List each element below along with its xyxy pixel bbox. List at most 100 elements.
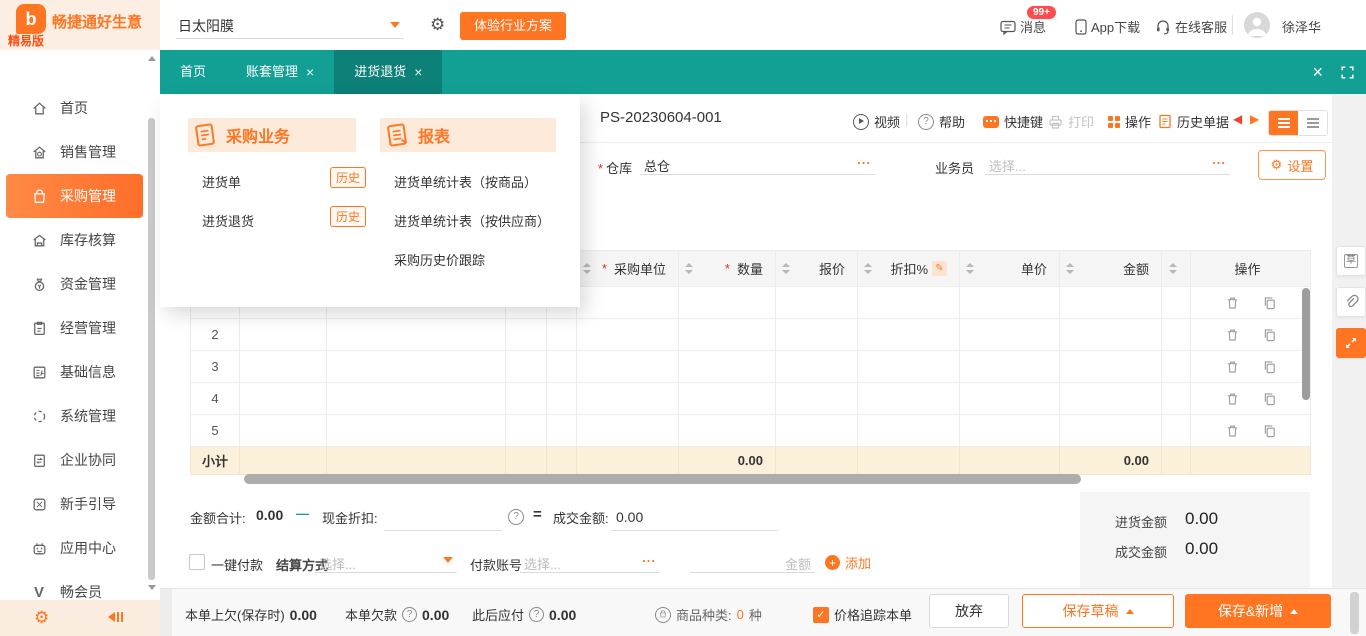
fullscreen-icon[interactable]	[1339, 64, 1356, 81]
add-payment-button[interactable]: + 添加	[825, 553, 871, 572]
pay-account-placeholder[interactable]: 选择...	[524, 554, 561, 573]
sidebar-item-base-info[interactable]: 基础信息	[0, 350, 160, 394]
tab-account-mgmt[interactable]: 账套管理×	[226, 50, 334, 94]
col-qty[interactable]: *数量	[679, 251, 776, 287]
attachment-button[interactable]	[1336, 287, 1366, 317]
print-button[interactable]: 打印	[1048, 112, 1094, 131]
online-service-button[interactable]: 在线客服	[1155, 17, 1227, 36]
delete-row-icon[interactable]	[1226, 360, 1239, 374]
menu-item-purchase-order[interactable]: 进货单	[202, 172, 241, 191]
delete-row-icon[interactable]	[1226, 392, 1239, 406]
app-download-button[interactable]: App下载	[1075, 17, 1140, 36]
chevron-down-icon[interactable]	[390, 22, 400, 28]
tab-home[interactable]: 首页	[160, 50, 226, 94]
sidebar-scrollbar[interactable]	[148, 118, 155, 580]
warehouse-field[interactable]: 总仓 ...	[640, 150, 875, 175]
save-and-new-button[interactable]: 保存&新增	[1185, 594, 1331, 628]
sidebar-collapse-icon[interactable]	[108, 611, 124, 623]
salesman-placeholder[interactable]: 选择...	[989, 156, 1026, 175]
sort-icon[interactable]	[966, 263, 974, 274]
sidebar-item-onboarding[interactable]: 新手引导	[0, 482, 160, 526]
sort-icon[interactable]	[685, 263, 693, 274]
video-button[interactable]: 视频	[853, 112, 900, 131]
col-purchase-unit[interactable]: *采购单位	[577, 251, 679, 287]
user-name[interactable]: 徐泽华	[1282, 17, 1321, 36]
shortcut-keys-button[interactable]: 快捷键	[983, 112, 1043, 131]
save-draft-button[interactable]: 保存草稿	[1022, 594, 1174, 628]
sidebar-settings-gear-icon[interactable]: ⚙	[34, 608, 49, 628]
sidebar-item-app-center[interactable]: 应用中心	[0, 526, 160, 570]
copy-row-icon[interactable]	[1263, 360, 1276, 374]
col-amount[interactable]: 金额	[1060, 251, 1162, 287]
prev-doc-icon[interactable]: ◀	[1233, 112, 1242, 126]
user-avatar[interactable]	[1244, 12, 1270, 38]
copy-row-icon[interactable]	[1263, 296, 1276, 310]
col-stub[interactable]	[1162, 251, 1191, 287]
actions-button[interactable]: 操作	[1108, 112, 1151, 131]
account-select[interactable]: 日太阳膜	[176, 12, 404, 39]
sort-icon[interactable]	[1066, 263, 1074, 274]
sidebar-item-purchase[interactable]: 采购管理	[6, 174, 143, 218]
cash-discount-input[interactable]	[384, 508, 502, 531]
history-badge[interactable]: 历史	[330, 206, 366, 227]
menu-item-report-by-supplier[interactable]: 进货单统计表（按供应商）	[394, 211, 550, 230]
sidebar-item-collaboration[interactable]: 企业协同	[0, 438, 160, 482]
copy-row-icon[interactable]	[1263, 424, 1276, 438]
question-circle-icon[interactable]: ?	[508, 509, 524, 525]
menu-item-purchase-return[interactable]: 进货退货	[202, 211, 254, 230]
page-scrollbar[interactable]	[1350, 592, 1359, 634]
warehouse-field-value[interactable]: 总仓	[644, 156, 670, 175]
delete-row-icon[interactable]	[1226, 296, 1239, 310]
close-all-icon[interactable]: ×	[1312, 62, 1323, 83]
col-unit-price[interactable]: 单价	[960, 251, 1060, 287]
messages-button[interactable]: 消息	[1000, 17, 1046, 36]
sidebar-scroll-down-icon[interactable]	[148, 585, 156, 590]
pay-account-field[interactable]: 选择... ...	[520, 548, 660, 573]
copy-row-icon[interactable]	[1263, 328, 1276, 342]
warehouse-more-icon[interactable]: ...	[857, 152, 871, 167]
sidebar-item-inventory[interactable]: 库存核算	[0, 218, 160, 262]
delete-row-icon[interactable]	[1226, 424, 1239, 438]
sidebar-item-operations[interactable]: 经营管理	[0, 306, 160, 350]
close-icon[interactable]: ×	[306, 50, 314, 94]
sidebar-item-home[interactable]: 首页	[0, 86, 160, 130]
copy-row-icon[interactable]	[1263, 392, 1276, 406]
menu-item-report-by-goods[interactable]: 进货单统计表（按商品）	[394, 172, 537, 191]
draft-box-button[interactable]: 草	[1336, 246, 1366, 276]
close-icon[interactable]: ×	[414, 50, 422, 94]
settle-method-select[interactable]: 选择...	[315, 548, 457, 573]
chevron-down-icon[interactable]	[443, 557, 453, 563]
one-click-pay-checkbox[interactable]	[189, 554, 205, 570]
next-doc-icon[interactable]: ▶	[1250, 112, 1259, 126]
price-track-checkbox[interactable]: ✓	[813, 607, 829, 623]
sidebar-item-system[interactable]: 系统管理	[0, 394, 160, 438]
sort-icon[interactable]	[782, 263, 790, 274]
question-circle-icon[interactable]: ?	[402, 607, 417, 622]
account-settings-gear-icon[interactable]: ⚙	[430, 16, 445, 33]
col-quote[interactable]: 报价	[776, 251, 858, 287]
delete-row-icon[interactable]	[1226, 328, 1239, 342]
sort-icon[interactable]	[864, 263, 872, 274]
pay-amount-field[interactable]: 金额	[690, 548, 815, 573]
price-track-option[interactable]: ✓ 价格追踪本单	[813, 605, 912, 624]
trial-plan-button[interactable]: 体验行业方案	[460, 12, 566, 40]
sort-icon[interactable]	[1169, 263, 1177, 274]
history-docs-button[interactable]: 历史单据	[1158, 112, 1229, 131]
question-circle-icon[interactable]: ?	[529, 607, 544, 622]
tab-purchase-return[interactable]: 进货退货×	[334, 50, 442, 94]
table-horizontal-scrollbar[interactable]	[244, 474, 1081, 484]
pay-account-more-icon[interactable]: ...	[642, 550, 656, 565]
card-view-button[interactable]	[1298, 111, 1327, 135]
expand-button[interactable]	[1336, 328, 1366, 358]
account-select-value[interactable]: 日太阳膜	[178, 16, 234, 36]
list-view-button[interactable]	[1269, 111, 1298, 135]
settings-button[interactable]: ⚙ 设置	[1258, 150, 1326, 180]
table-vertical-scrollbar[interactable]	[1302, 288, 1310, 400]
sidebar-scroll-up-icon[interactable]	[148, 56, 156, 61]
settle-method-placeholder[interactable]: 选择...	[319, 554, 356, 573]
sidebar-item-sales[interactable]: 销售管理	[0, 130, 160, 174]
sidebar-item-funds[interactable]: 资金管理	[0, 262, 160, 306]
help-button[interactable]: ?帮助	[918, 112, 965, 131]
salesman-field[interactable]: 选择... ...	[985, 150, 1230, 175]
salesman-more-icon[interactable]: ...	[1212, 152, 1226, 167]
